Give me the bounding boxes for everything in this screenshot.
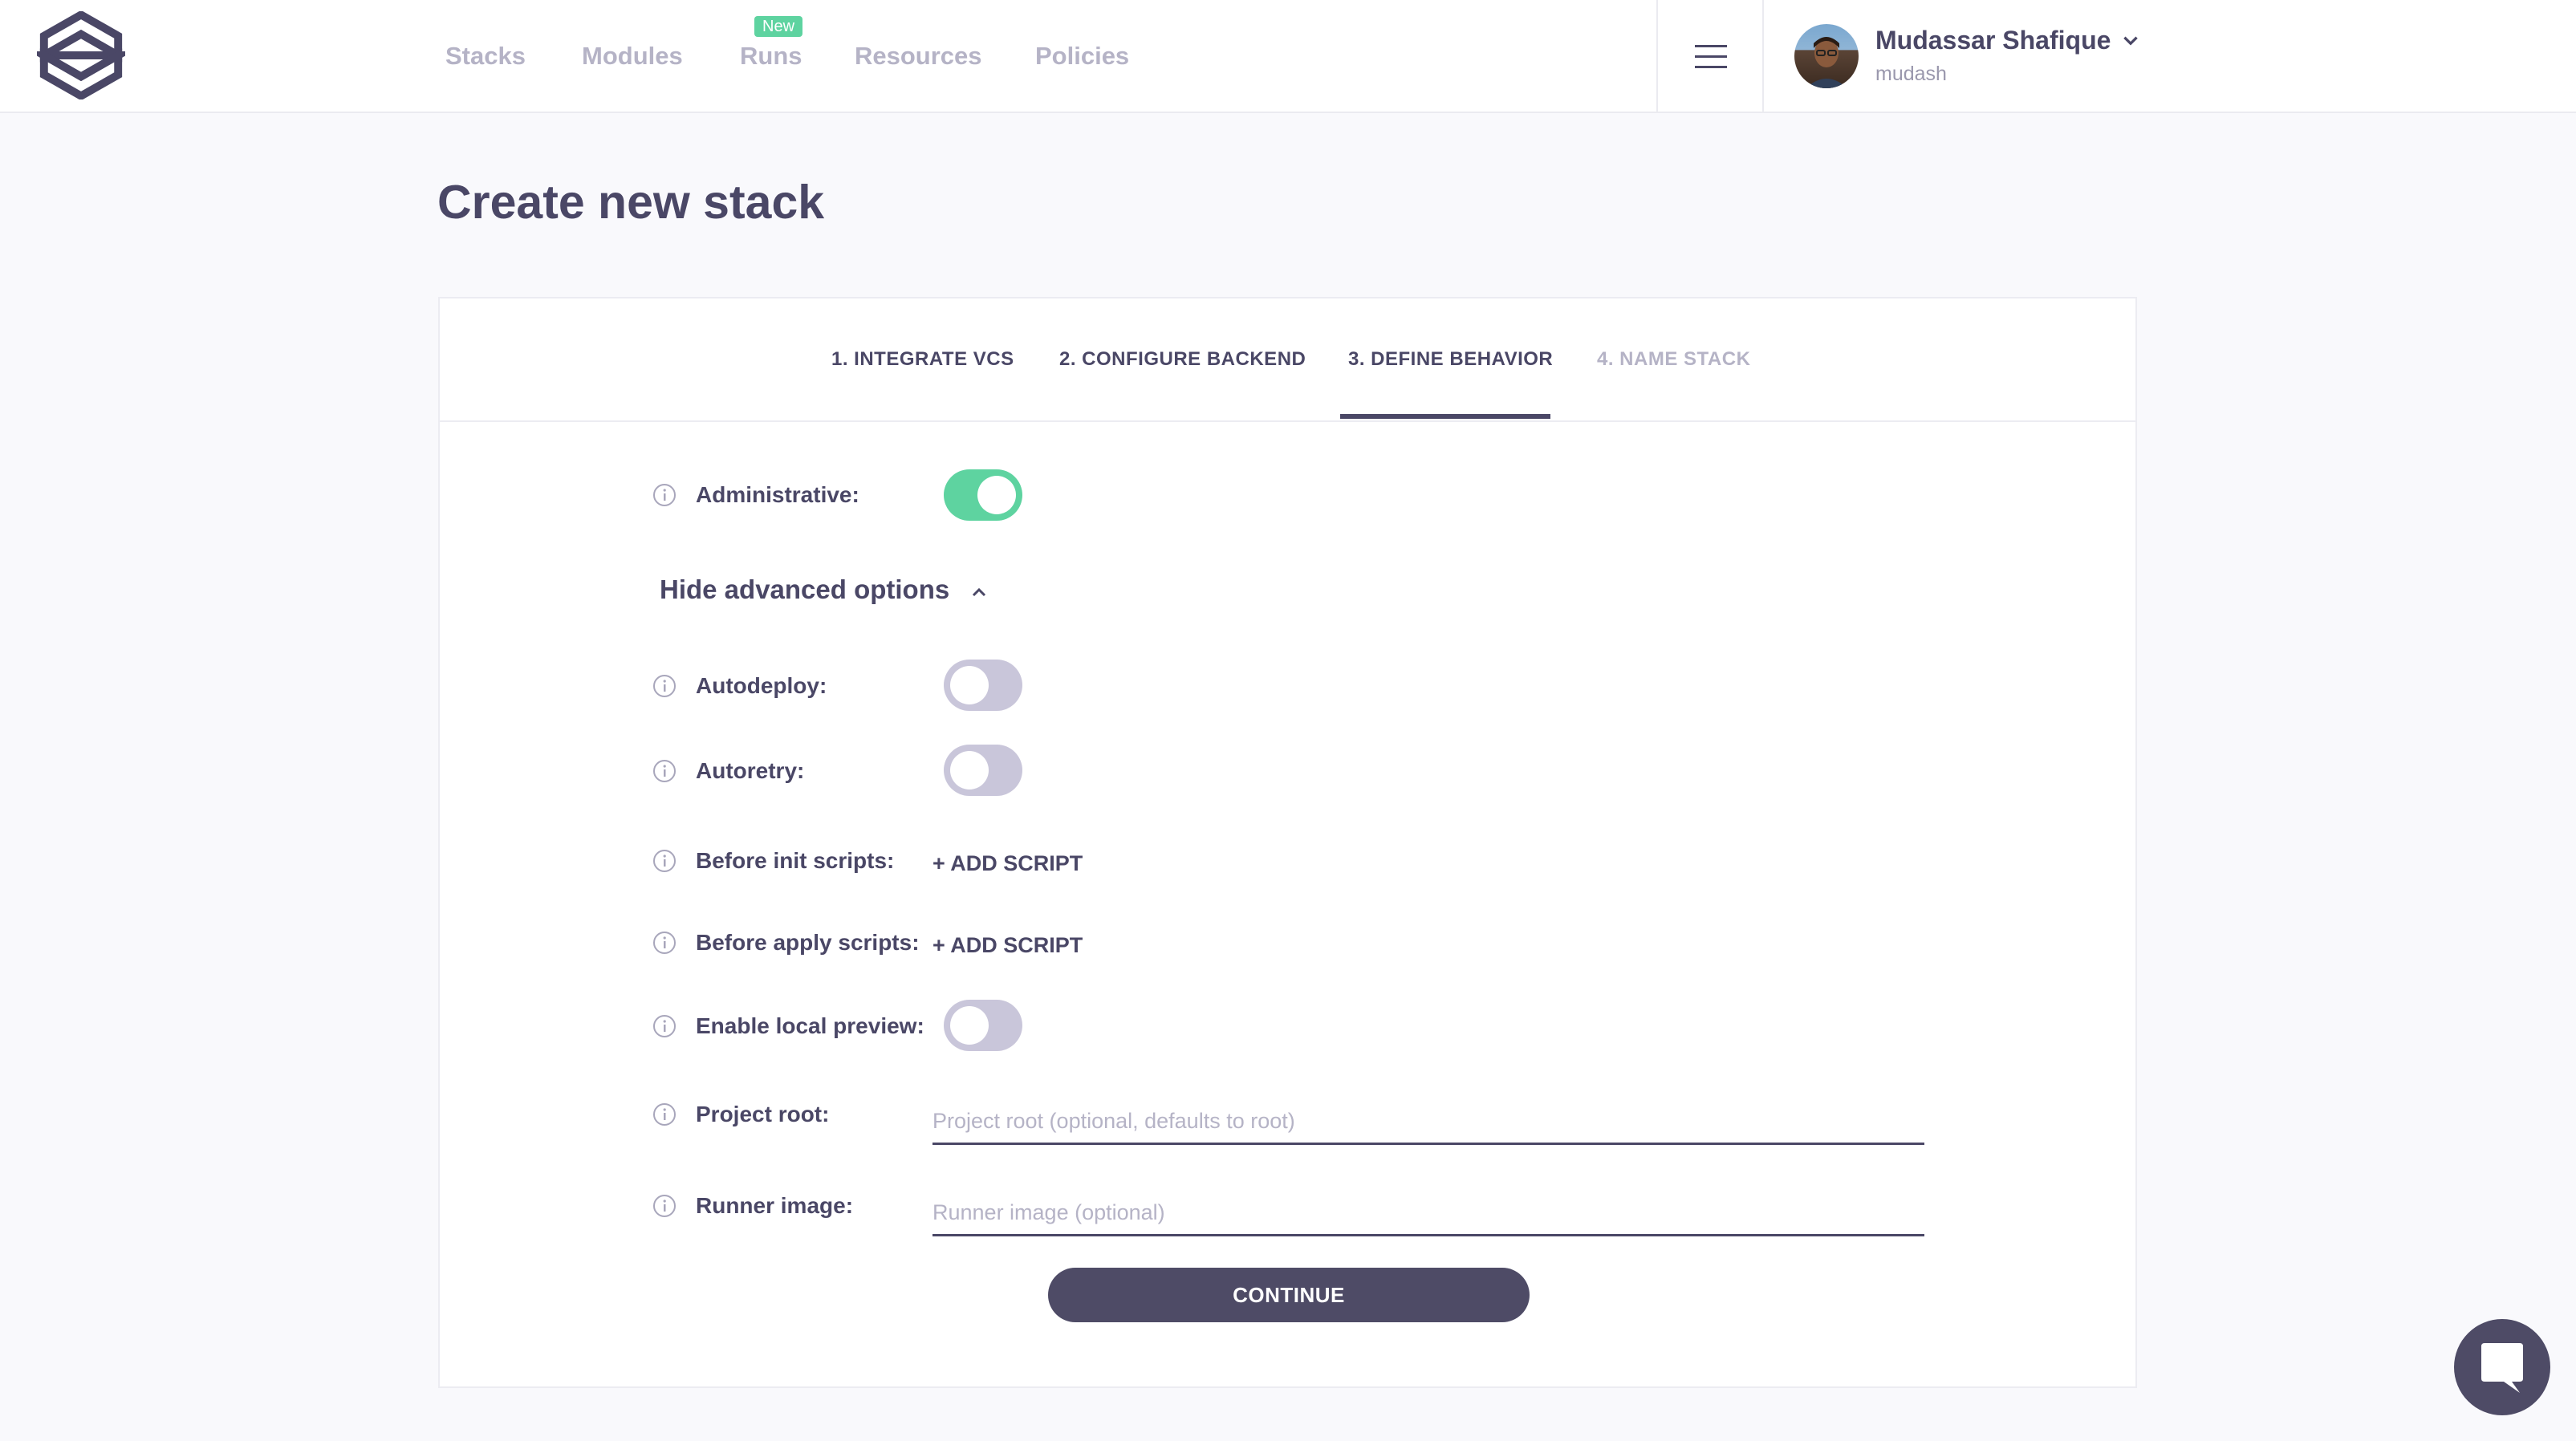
before-apply-scripts-label: Before apply scripts: xyxy=(696,930,920,955)
project-root-input[interactable] xyxy=(932,1099,1924,1145)
active-step-indicator xyxy=(1340,414,1550,419)
avatar[interactable] xyxy=(1794,24,1859,88)
nav-modules[interactable]: Modules xyxy=(582,42,683,71)
header-divider xyxy=(1656,0,1658,112)
user-login: mudash xyxy=(1875,63,1947,85)
info-icon[interactable] xyxy=(652,1102,677,1127)
nav-policies[interactable]: Policies xyxy=(1035,42,1129,71)
step-integrate-vcs[interactable]: 1. INTEGRATE VCS xyxy=(831,348,1014,371)
add-before-init-script-button[interactable]: + ADD SCRIPT xyxy=(932,851,1083,876)
step-name-stack: 4. NAME STACK xyxy=(1597,348,1751,370)
info-icon[interactable] xyxy=(652,673,677,699)
autodeploy-label: Autodeploy: xyxy=(696,673,827,698)
info-icon[interactable] xyxy=(652,930,677,956)
app-logo-icon[interactable] xyxy=(37,11,125,99)
autoretry-label: Autoretry: xyxy=(696,758,805,783)
info-icon[interactable] xyxy=(652,848,677,874)
new-badge: New xyxy=(754,16,803,37)
info-icon[interactable] xyxy=(652,1013,677,1039)
step-define-behavior[interactable]: 3. DEFINE BEHAVIOR xyxy=(1348,348,1553,371)
user-name[interactable]: Mudassar Shafique xyxy=(1875,26,2111,55)
nav-stacks[interactable]: Stacks xyxy=(445,42,526,71)
before-init-scripts-label: Before init scripts: xyxy=(696,848,895,873)
info-icon[interactable] xyxy=(652,1193,677,1219)
local-preview-toggle[interactable] xyxy=(944,1000,1022,1051)
header-divider xyxy=(1762,0,1764,112)
chat-icon[interactable] xyxy=(2454,1319,2550,1415)
nav-resources[interactable]: Resources xyxy=(855,42,982,71)
administrative-toggle[interactable] xyxy=(944,469,1022,521)
hide-advanced-options-button[interactable]: Hide advanced options xyxy=(660,574,949,605)
info-icon[interactable] xyxy=(652,482,677,508)
runner-image-input[interactable] xyxy=(932,1191,1924,1236)
step-configure-backend[interactable]: 2. CONFIGURE BACKEND xyxy=(1059,348,1306,371)
continue-button[interactable]: CONTINUE xyxy=(1048,1268,1530,1322)
project-root-label: Project root: xyxy=(696,1102,830,1126)
stepper: 1. INTEGRATE VCS 2. CONFIGURE BACKEND 3.… xyxy=(440,298,2135,422)
info-icon[interactable] xyxy=(652,758,677,784)
top-header: Stacks Modules New Runs Resources Polici… xyxy=(0,0,2576,113)
page-title: Create new stack xyxy=(437,176,825,229)
add-before-apply-script-button[interactable]: + ADD SCRIPT xyxy=(932,933,1083,958)
hamburger-icon[interactable] xyxy=(1695,45,1727,69)
nav-runs[interactable]: Runs xyxy=(740,42,802,71)
autoretry-toggle[interactable] xyxy=(944,745,1022,796)
chevron-up-icon[interactable] xyxy=(969,582,989,602)
chevron-down-icon[interactable] xyxy=(2120,30,2141,51)
administrative-label: Administrative: xyxy=(696,482,859,507)
runner-image-label: Runner image: xyxy=(696,1193,854,1218)
enable-local-preview-label: Enable local preview: xyxy=(696,1013,924,1038)
autodeploy-toggle[interactable] xyxy=(944,660,1022,711)
